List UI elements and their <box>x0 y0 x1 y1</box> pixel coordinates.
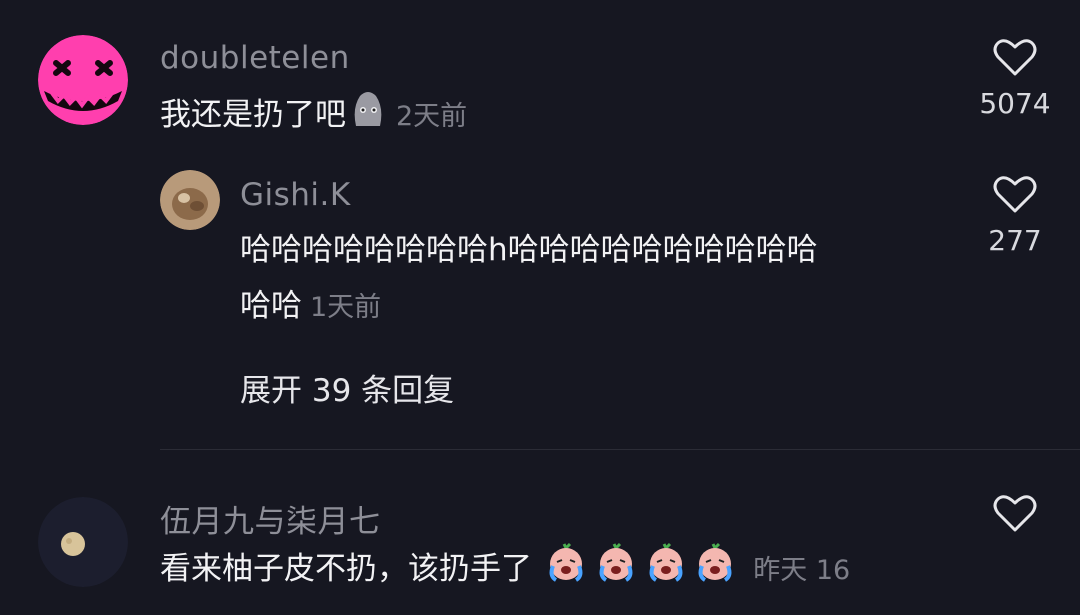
comment-time: 2天前 <box>396 101 468 132</box>
expand-replies-button[interactable]: 展开 39 条回复 <box>240 365 454 410</box>
username[interactable]: 伍月九与柒月七 <box>160 496 381 541</box>
photo-avatar <box>160 170 220 230</box>
comment-text-row: 看来柚子皮不扔，该扔手了 昨天 16 <box>160 541 850 600</box>
crying-face-emoji-group <box>536 542 745 587</box>
username[interactable]: doubletelen <box>160 40 350 76</box>
like-button[interactable]: 5074 <box>970 37 1060 120</box>
comment-text: 哈哈 <box>240 288 302 324</box>
comment-text: 看来柚子皮不扔，该扔手了 <box>160 551 532 587</box>
comment-time: 昨天 16 <box>753 555 851 586</box>
like-button[interactable]: 277 <box>970 174 1060 257</box>
like-button[interactable] <box>970 493 1060 533</box>
comment-text-line: 哈哈哈哈哈哈哈哈h哈哈哈哈哈哈哈哈哈哈 <box>240 222 818 278</box>
pink-monster-avatar <box>38 35 128 125</box>
user-avatar[interactable] <box>38 35 128 125</box>
comment-text: 我还是扔了吧 <box>160 97 346 133</box>
comment-text-line: 哈哈 1天前 <box>240 278 381 336</box>
user-avatar[interactable] <box>38 497 128 587</box>
comment-text-row: 我还是扔了吧 2天前 <box>160 87 467 146</box>
heart-icon <box>993 176 1037 213</box>
user-avatar[interactable] <box>160 170 220 230</box>
moon-avatar <box>38 497 128 587</box>
comment-text: 哈哈哈哈哈哈哈哈h哈哈哈哈哈哈哈哈哈哈 <box>240 232 818 268</box>
crying-face-emoji <box>695 542 735 600</box>
crying-face-emoji <box>546 542 586 600</box>
moai-face-emoji <box>348 88 388 146</box>
heart-icon <box>993 39 1037 76</box>
like-count: 5074 <box>979 87 1051 120</box>
crying-face-emoji <box>596 542 636 600</box>
comment-time: 1天前 <box>310 292 382 323</box>
like-count: 277 <box>988 224 1042 257</box>
divider <box>160 449 1080 450</box>
heart-icon <box>993 495 1037 532</box>
username[interactable]: Gishi.K <box>240 177 351 213</box>
crying-face-emoji <box>646 542 686 600</box>
